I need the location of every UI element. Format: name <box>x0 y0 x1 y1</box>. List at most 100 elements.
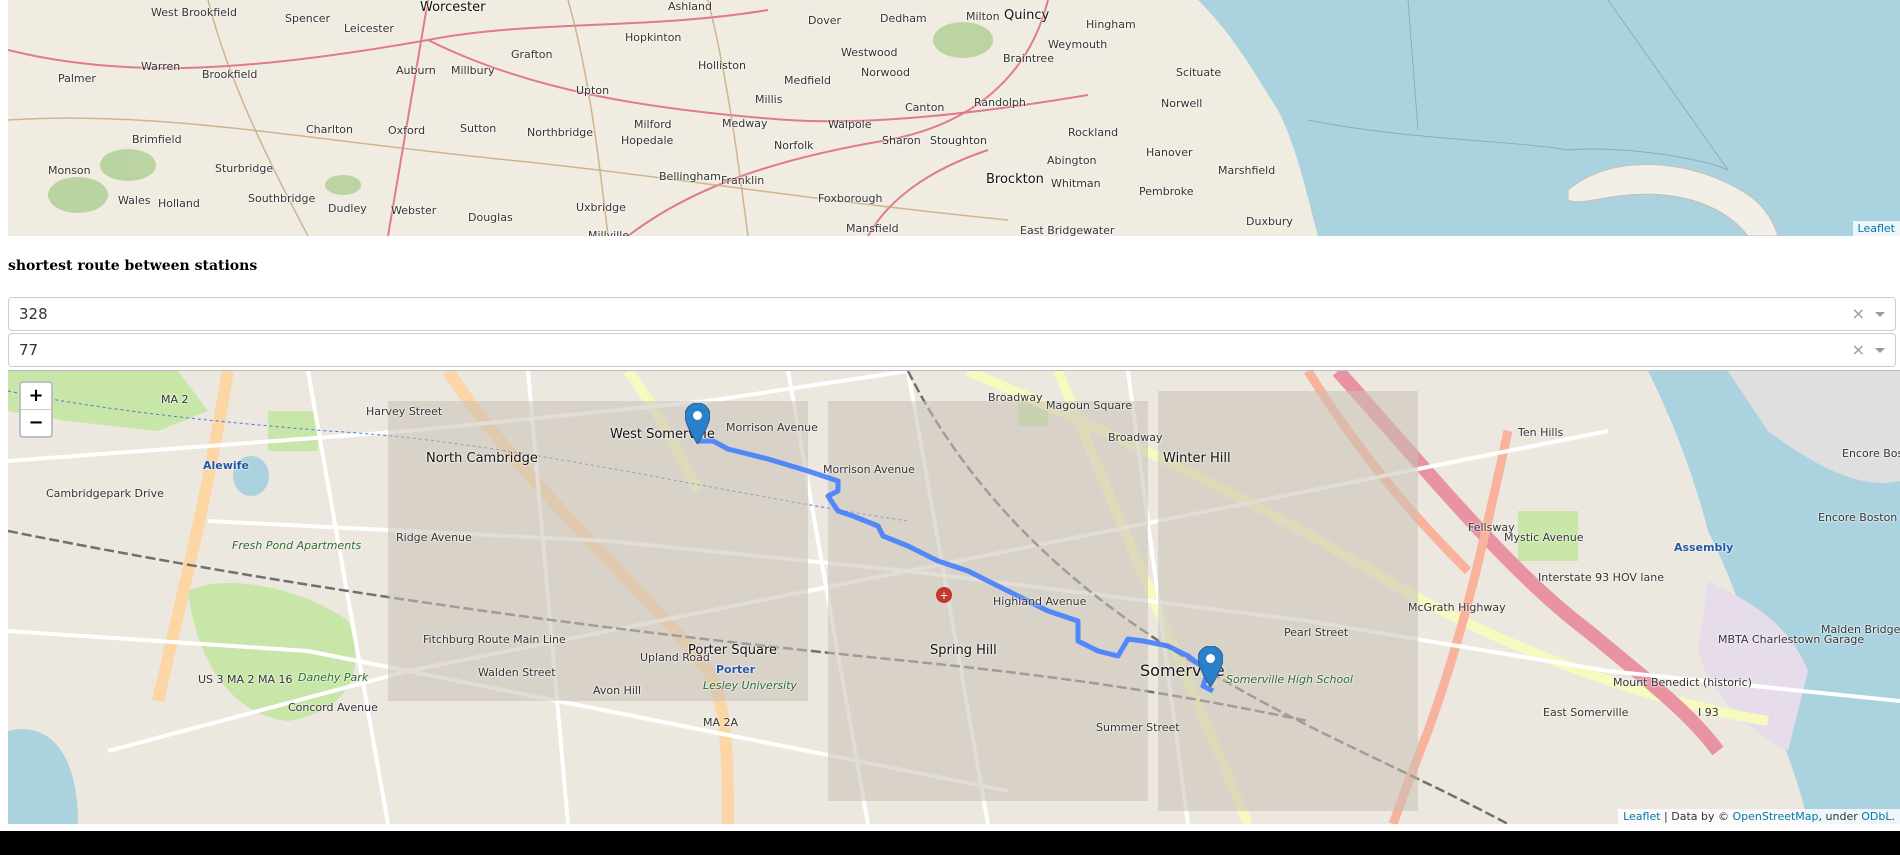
footer-bar <box>0 831 1900 855</box>
attribution-under: , under <box>1818 810 1862 823</box>
overview-map[interactable]: Worcester West Brookfield Ashland Dedham Mil… <box>8 0 1900 236</box>
map-label: Millbury <box>451 64 495 77</box>
map-label: Weymouth <box>1048 38 1108 51</box>
map-label: Spencer <box>285 12 331 25</box>
map-label: I 93 <box>1698 706 1719 719</box>
zoom-control: + − <box>19 381 53 438</box>
zoom-in-button[interactable]: + <box>21 383 51 409</box>
map-label: Hanover <box>1146 146 1193 159</box>
map-label: Dudley <box>328 202 367 215</box>
map-label: Avon Hill <box>593 684 642 697</box>
map-label: Uxbridge <box>576 201 626 214</box>
end-station-marker-icon[interactable] <box>1198 646 1223 687</box>
map-label: MA 2 <box>161 393 189 406</box>
map-label: Medfield <box>784 74 831 87</box>
map-label: Norwell <box>1161 97 1203 110</box>
map-label: Wales <box>118 194 151 207</box>
zoom-out-button[interactable]: − <box>21 409 51 436</box>
map-label: Brockton <box>986 172 1044 187</box>
map-attribution: Leaflet <box>1852 221 1900 236</box>
chevron-down-icon[interactable] <box>1875 312 1885 317</box>
map-label: Hopedale <box>621 134 674 147</box>
map-label: North Cambridge <box>426 451 538 466</box>
chevron-down-icon[interactable] <box>1875 348 1885 353</box>
start-station-marker-icon[interactable] <box>685 403 710 444</box>
map-label: Winter Hill <box>1163 451 1231 466</box>
map-label: Hingham <box>1086 18 1136 31</box>
map-label: Northbridge <box>527 126 594 139</box>
map-label: Fitchburg Route Main Line <box>423 633 566 646</box>
map-label: Franklin <box>721 174 765 187</box>
map-label: MA 2A <box>703 716 739 729</box>
map-label: Auburn <box>396 64 436 77</box>
map-label: East Somerville <box>1543 706 1629 719</box>
route-map[interactable]: + MA 2 Harvey Street West Somerville North … <box>8 370 1900 824</box>
end-station-value: 77 <box>19 341 39 359</box>
map-label: Douglas <box>468 211 513 224</box>
openstreetmap-link[interactable]: OpenStreetMap <box>1733 810 1819 823</box>
map-label: Quincy <box>1004 8 1050 23</box>
map-label: Broadway <box>988 391 1043 404</box>
map-label: Charlton <box>306 123 353 136</box>
map-label: Palmer <box>58 72 96 85</box>
map-label: Brimfield <box>132 133 182 146</box>
map-label: Foxborough <box>818 192 883 205</box>
map-label: Encore Boston Harbor Ferry Landing <box>1818 511 1900 524</box>
map-label: Brookfield <box>202 68 258 81</box>
map-label: Interstate 93 HOV lane <box>1538 571 1664 584</box>
map-label: Highland Avenue <box>993 595 1087 608</box>
clear-start-station-icon[interactable]: × <box>1852 304 1865 323</box>
map-label: Marshfield <box>1218 164 1276 177</box>
map-label: Lesley University <box>703 679 797 692</box>
map-label: Sutton <box>460 122 497 135</box>
page-title: shortest route between stations <box>8 258 258 274</box>
map-label: McGrath Highway <box>1408 601 1506 614</box>
start-station-select[interactable]: 328 × <box>8 297 1896 331</box>
map-label: Summer Street <box>1096 721 1180 734</box>
map-label: Upton <box>576 84 610 97</box>
map-label: Magoun Square <box>1046 399 1133 412</box>
map-attribution: Leaflet | Data by © OpenStreetMap, under… <box>1618 809 1900 824</box>
leaflet-link[interactable]: Leaflet <box>1858 222 1895 235</box>
map-label: Norwood <box>861 66 910 79</box>
map-label: Porter <box>716 663 756 676</box>
map-label: Norfolk <box>774 139 814 152</box>
map-label: Webster <box>391 204 437 217</box>
map-label: Holland <box>158 197 200 210</box>
map-label: Canton <box>905 101 945 114</box>
map-label: Randolph <box>974 96 1026 109</box>
map-label: Rockland <box>1068 126 1119 139</box>
map-label: Southbridge <box>248 192 316 205</box>
map-label: Pembroke <box>1139 185 1194 198</box>
map-label: Westwood <box>841 46 898 59</box>
map-label: Hopkinton <box>625 31 682 44</box>
odbl-link[interactable]: ODbL <box>1861 810 1891 823</box>
map-label: Warren <box>141 60 181 73</box>
route-map-tiles: + <box>8 371 1900 824</box>
map-label: Dover <box>808 14 841 27</box>
map-label: Leicester <box>344 22 394 35</box>
map-label: Oxford <box>388 124 426 137</box>
map-label: Braintree <box>1003 52 1054 65</box>
map-label: Mystic Avenue <box>1504 531 1584 544</box>
map-label: West Brookfield <box>151 6 237 19</box>
map-label: Milton <box>966 10 1000 23</box>
end-station-select[interactable]: 77 × <box>8 333 1896 367</box>
map-label: Sharon <box>882 134 921 147</box>
map-label: Ashland <box>668 0 712 13</box>
map-label: Mount Benedict (historic) <box>1613 676 1752 689</box>
leaflet-link[interactable]: Leaflet <box>1623 810 1660 823</box>
map-label: Sturbridge <box>215 162 274 175</box>
clear-end-station-icon[interactable]: × <box>1852 340 1865 359</box>
map-label: Medway <box>722 117 768 130</box>
map-label: Scituate <box>1176 66 1222 79</box>
map-label: Walden Street <box>478 666 556 679</box>
map-label: Malden Bridge <box>1821 623 1900 636</box>
map-label: Fresh Pond Apartments <box>232 539 362 552</box>
map-label: Harvey Street <box>366 405 443 418</box>
map-label: Fellsway <box>1468 521 1515 534</box>
map-label: Monson <box>48 164 91 177</box>
map-label: Whitman <box>1051 177 1101 190</box>
map-label: Alewife <box>203 459 249 472</box>
map-label: Spring Hill <box>930 643 997 658</box>
